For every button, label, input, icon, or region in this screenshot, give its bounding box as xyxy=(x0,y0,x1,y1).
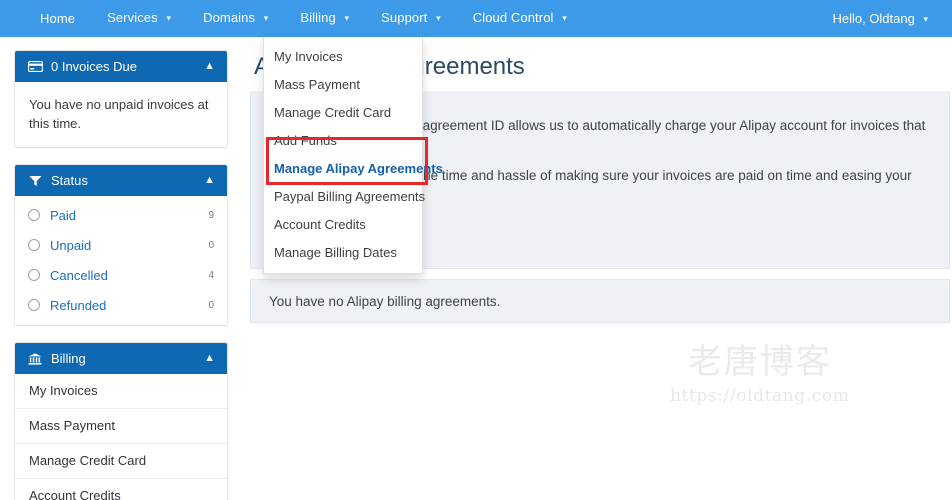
chevron-down-icon: ▾ xyxy=(166,13,172,23)
billing-menu-item-mass-payment[interactable]: Mass Payment xyxy=(15,409,227,444)
nav-item-cloud-control-label: Cloud Control xyxy=(472,10,554,25)
nav-item-services[interactable]: Services ▾ xyxy=(91,0,187,38)
chevron-up-icon[interactable]: ▲ xyxy=(204,174,215,186)
dropdown-item-manage-alipay-agreements[interactable]: Manage Alipay Agreements xyxy=(264,155,443,183)
radio-icon[interactable] xyxy=(28,269,40,281)
billing-dropdown-menu: My Invoices Mass Payment Manage Credit C… xyxy=(263,37,443,274)
status-option-refunded[interactable]: Refunded 0 xyxy=(15,290,227,320)
nav-item-home-label: Home xyxy=(40,11,76,26)
empty-state-message: You have no Alipay billing agreements. xyxy=(269,294,501,309)
status-option-count: 0 xyxy=(208,239,214,251)
chevron-up-icon[interactable]: ▲ xyxy=(204,352,215,364)
panel-invoices-due-body: You have no unpaid invoices at this time… xyxy=(15,82,227,147)
nav-item-cloud-control[interactable]: Cloud Control ▾ xyxy=(457,0,583,38)
empty-state-card: You have no Alipay billing agreements. xyxy=(250,279,950,323)
dropdown-item-mass-payment[interactable]: Mass Payment xyxy=(264,71,422,99)
radio-icon[interactable] xyxy=(28,239,40,251)
status-option-count: 4 xyxy=(208,269,214,281)
app-root: Home Services ▾ Domains ▾ Billing ▾ Supp… xyxy=(0,0,952,500)
dropdown-item-my-invoices[interactable]: My Invoices xyxy=(264,43,422,71)
nav-item-support[interactable]: Support ▾ xyxy=(365,0,457,38)
panel-invoices-due-header[interactable]: 0 Invoices Due ▲ xyxy=(15,51,227,82)
watermark-url: https://oldtang.com xyxy=(670,386,850,406)
billing-menu-item-manage-credit-card[interactable]: Manage Credit Card xyxy=(15,444,227,479)
chevron-down-icon: ▾ xyxy=(263,13,269,23)
panel-billing-header[interactable]: Billing ▲ xyxy=(15,343,227,374)
nav-item-domains-label: Domains xyxy=(203,10,256,25)
nav-item-support-label: Support xyxy=(381,10,428,25)
chevron-down-icon: ▾ xyxy=(436,13,441,23)
bank-icon xyxy=(27,352,43,366)
status-option-label: Unpaid xyxy=(50,237,92,253)
billing-menu-list: My Invoices Mass Payment Manage Credit C… xyxy=(15,374,227,500)
panel-status-header[interactable]: Status ▲ xyxy=(15,165,227,196)
panel-invoices-due: 0 Invoices Due ▲ You have no unpaid invo… xyxy=(14,50,228,148)
status-option-label: Refunded xyxy=(50,297,107,313)
dropdown-item-manage-credit-card[interactable]: Manage Credit Card xyxy=(264,99,422,127)
credit-card-icon xyxy=(27,60,43,74)
panel-invoices-due-title: 0 Invoices Due xyxy=(51,59,137,74)
chevron-down-icon: ▾ xyxy=(923,14,928,24)
panel-status: Status ▲ Paid 9 Unpaid 0 Cancelled 4 Ref… xyxy=(14,164,228,326)
panel-billing-title: Billing xyxy=(51,351,86,366)
status-option-unpaid[interactable]: Unpaid 0 xyxy=(15,230,227,260)
radio-icon[interactable] xyxy=(28,299,40,311)
dropdown-item-add-funds[interactable]: Add Funds xyxy=(264,127,422,155)
billing-menu-item-account-credits[interactable]: Account Credits xyxy=(15,479,227,500)
chevron-down-icon: ▾ xyxy=(344,13,350,23)
top-navbar: Home Services ▾ Domains ▾ Billing ▾ Supp… xyxy=(0,0,952,37)
status-option-cancelled[interactable]: Cancelled 4 xyxy=(15,260,227,290)
status-option-count: 0 xyxy=(208,299,214,311)
nav-item-services-label: Services xyxy=(107,10,158,25)
page-body: 0 Invoices Due ▲ You have no unpaid invo… xyxy=(0,37,952,500)
status-option-paid[interactable]: Paid 9 xyxy=(15,200,227,230)
panel-billing: Billing ▲ My Invoices Mass Payment Manag… xyxy=(14,342,228,500)
nav-item-domains[interactable]: Domains ▾ xyxy=(187,0,284,38)
chevron-up-icon[interactable]: ▲ xyxy=(204,60,215,72)
nav-item-billing[interactable]: Billing ▾ xyxy=(284,0,365,38)
watermark-brand: 老唐博客 xyxy=(687,342,832,382)
watermark: 老唐博客 https://oldtang.com xyxy=(670,342,849,406)
dropdown-item-manage-billing-dates[interactable]: Manage Billing Dates xyxy=(264,239,422,267)
billing-menu-item-my-invoices[interactable]: My Invoices xyxy=(15,374,227,409)
invoices-due-message: You have no unpaid invoices at this time… xyxy=(29,97,209,131)
status-option-label: Cancelled xyxy=(50,267,108,283)
status-filter-list: Paid 9 Unpaid 0 Cancelled 4 Refunded 0 xyxy=(15,196,227,325)
user-menu-label: Hello, Oldtang xyxy=(832,11,915,26)
sidebar: 0 Invoices Due ▲ You have no unpaid invo… xyxy=(14,50,228,500)
chevron-down-icon: ▾ xyxy=(562,13,567,23)
status-option-label: Paid xyxy=(50,207,77,223)
status-option-count: 9 xyxy=(208,209,214,221)
navbar-links: Home Services ▾ Domains ▾ Billing ▾ Supp… xyxy=(0,0,583,38)
nav-item-billing-label: Billing xyxy=(300,10,336,25)
user-menu[interactable]: Hello, Oldtang ▾ xyxy=(832,11,952,26)
filter-icon xyxy=(27,174,43,188)
radio-icon[interactable] xyxy=(28,209,40,221)
nav-item-home[interactable]: Home xyxy=(24,0,91,37)
panel-status-title: Status xyxy=(51,173,88,188)
dropdown-item-account-credits[interactable]: Account Credits xyxy=(264,211,422,239)
dropdown-item-paypal-billing-agreements[interactable]: Paypal Billing Agreements xyxy=(264,183,425,211)
